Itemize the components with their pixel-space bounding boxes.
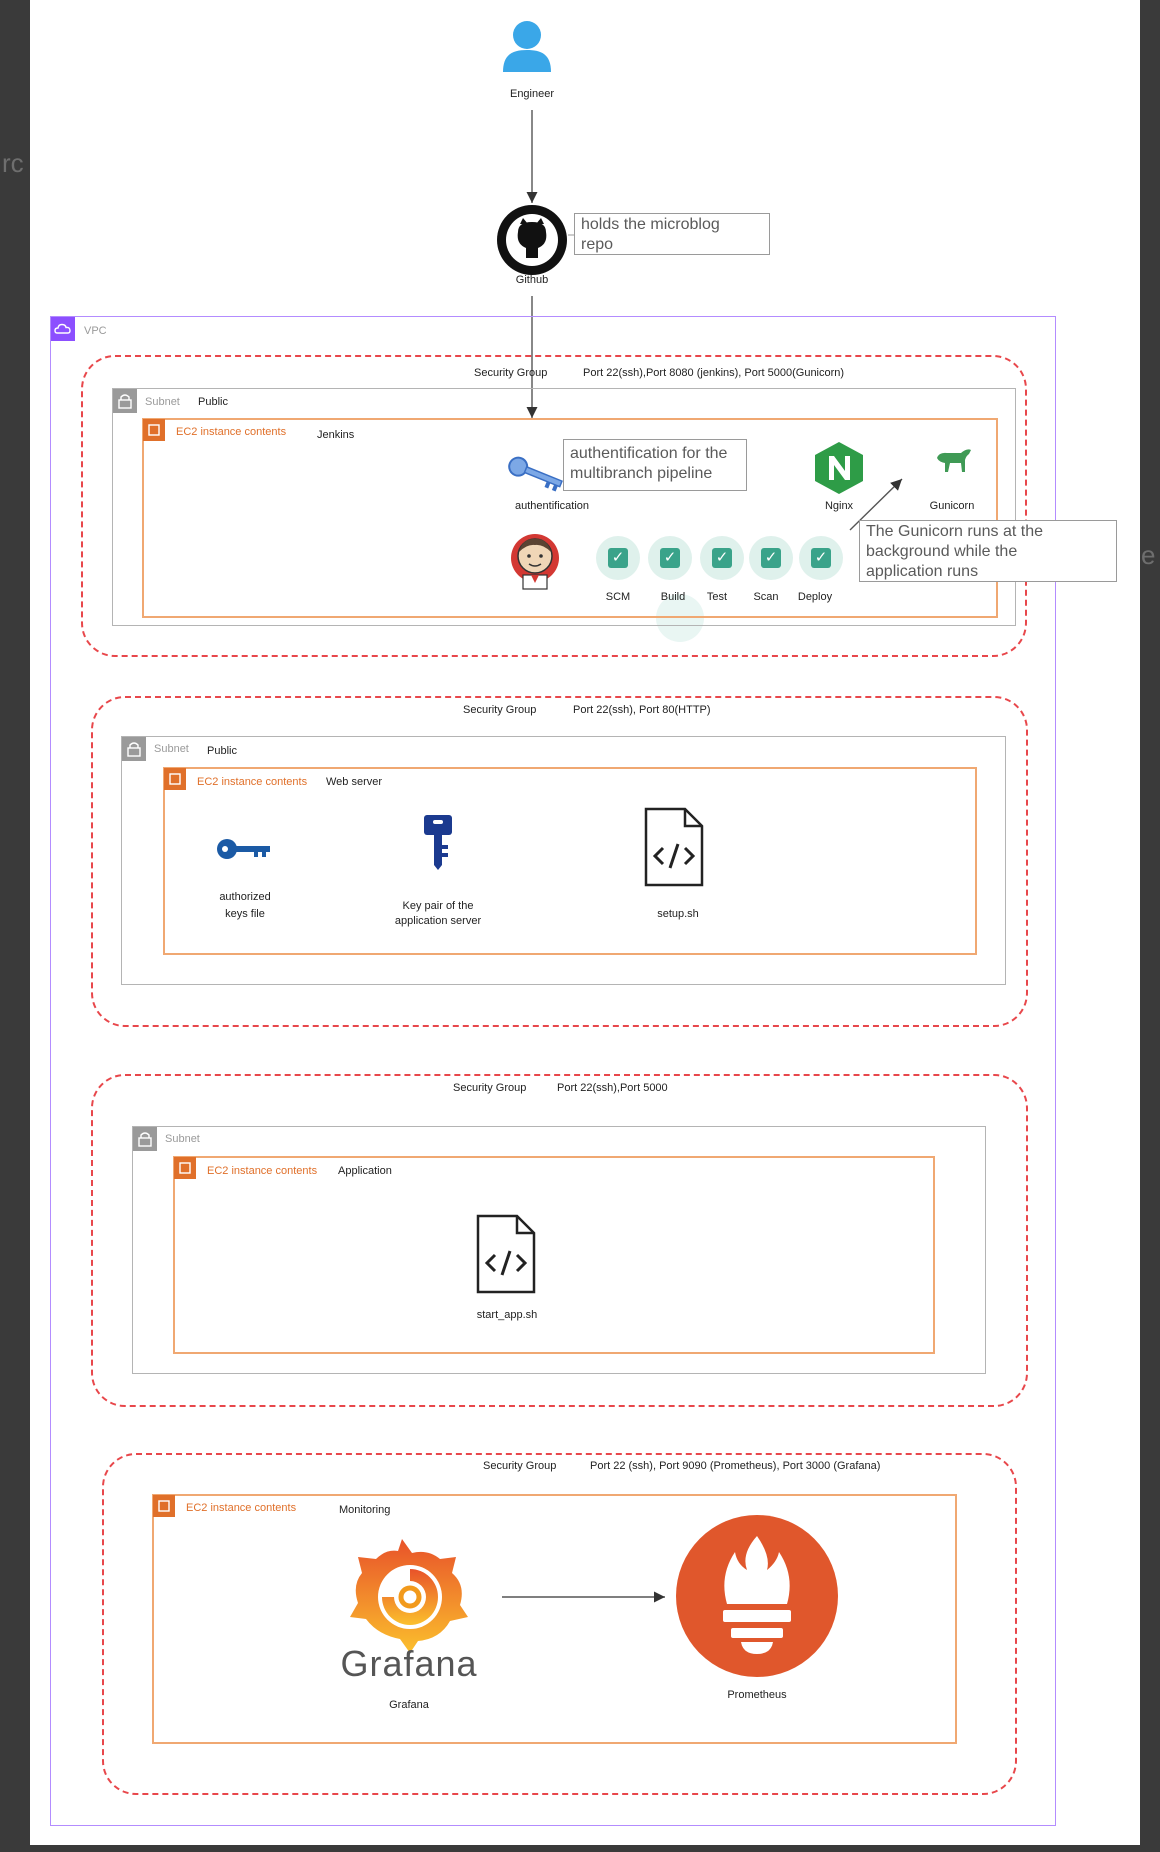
stage-build-label: Build (660, 591, 686, 603)
start-script-label: start_app.sh (476, 1309, 538, 1321)
auth-note-line-2: multibranch pipeline (570, 465, 713, 482)
check-icon: ✓ (811, 548, 831, 568)
gunicorn-note-line-3: application runs (866, 563, 979, 580)
engineer-user-icon (503, 21, 551, 72)
stage-build: ✓ (648, 536, 692, 580)
gunicorn-note: The Gunicorn runs at the background whil… (859, 520, 1117, 582)
sg-jenkins-ports: Port 22(ssh),Port 8080 (jenkins), Port 5… (583, 367, 845, 379)
sg-web-ports: Port 22(ssh), Port 80(HTTP) (573, 704, 711, 716)
gunicorn-label: Gunicorn (929, 500, 975, 512)
stage-test-label: Test (706, 591, 728, 603)
check-icon: ✓ (660, 548, 680, 568)
jenkins-icon (511, 534, 559, 590)
subnet-jenkins-type: Public (198, 396, 228, 408)
vpc-label: VPC (84, 325, 107, 337)
sg-jenkins-label: Security Group (474, 367, 548, 379)
key-pair-line-1: Key pair of the (402, 900, 474, 912)
sg-monitoring-label: Security Group (483, 1460, 557, 1472)
check-icon: ✓ (608, 548, 628, 568)
subnet-lock-icon (113, 389, 137, 413)
stage-deploy-label: Deploy (797, 591, 833, 603)
ec2-app (173, 1156, 935, 1354)
subnet-web-label: Subnet (154, 743, 189, 755)
ec2-monitoring-label: EC2 instance contents (186, 1502, 297, 1514)
sg-app-label: Security Group (453, 1082, 527, 1094)
ec2-chip-icon (164, 768, 186, 790)
key-icon (508, 456, 563, 492)
stage-scan-label: Scan (753, 591, 779, 603)
setup-script-label: setup.sh (657, 908, 699, 920)
github-icon[interactable] (496, 204, 568, 276)
github-note-line-2: repo (581, 236, 614, 253)
key-pair-icon (424, 815, 452, 870)
ec2-web-label: EC2 instance contents (197, 776, 308, 788)
gunicorn-note-line-1: The Gunicorn runs at the (866, 523, 1043, 540)
key-pair-line-2: application server (394, 915, 482, 927)
stage-scan: ✓ (749, 536, 793, 580)
gunicorn-note-line-2: background while the (866, 543, 1018, 560)
github-note: holds the microblog repo (574, 213, 770, 255)
start-script-file-icon (476, 1214, 536, 1294)
nginx-icon (815, 442, 863, 494)
engineer-label: Engineer (509, 88, 555, 100)
auth-label: authentification (515, 500, 589, 512)
vpc-cloud-icon (51, 317, 75, 341)
ec2-monitoring-name: Monitoring (339, 1504, 391, 1516)
ec2-chip-icon (153, 1495, 175, 1517)
prometheus-logo-icon (676, 1515, 838, 1677)
gunicorn-icon (937, 449, 971, 472)
stage-scm: ✓ (596, 536, 640, 580)
ec2-jenkins-name: Jenkins (317, 429, 355, 441)
stage-deploy: ✓ (799, 536, 843, 580)
check-icon: ✓ (761, 548, 781, 568)
auth-note-line-1: authentification for the (570, 445, 728, 462)
subnet-app-label: Subnet (165, 1133, 200, 1145)
sg-monitoring-ports: Port 22 (ssh), Port 9090 (Prometheus), P… (590, 1460, 881, 1472)
sg-web-label: Security Group (463, 704, 537, 716)
ec2-app-label: EC2 instance contents (207, 1165, 318, 1177)
grafana-logo-icon (350, 1539, 468, 1653)
subnet-web-type: Public (207, 745, 237, 757)
subnet-jenkins-label: Subnet (145, 396, 180, 408)
ec2-web (163, 767, 977, 955)
grafana-label: Grafana (389, 1699, 429, 1711)
sg-app-ports: Port 22(ssh),Port 5000 (557, 1082, 668, 1094)
github-note-line-1: holds the microblog (581, 216, 720, 233)
ec2-web-name: Web server (326, 776, 383, 788)
github-label: Github (515, 274, 549, 286)
subnet-lock-icon (133, 1127, 157, 1151)
ec2-jenkins-label: EC2 instance contents (176, 426, 287, 438)
ec2-chip-icon (174, 1157, 196, 1179)
ec2-chip-icon (143, 419, 165, 441)
stage-scm-label: SCM (605, 591, 631, 603)
grafana-logo-text: Grafana (340, 1643, 478, 1684)
authorized-keys-line-1: authorized (219, 891, 271, 903)
check-icon: ✓ (712, 548, 732, 568)
nginx-label: Nginx (824, 500, 854, 512)
setup-script-file-icon (644, 807, 704, 887)
ec2-app-name: Application (338, 1165, 392, 1177)
stage-test: ✓ (700, 536, 744, 580)
authorized-keys-icon (217, 839, 270, 859)
prometheus-label: Prometheus (727, 1689, 787, 1701)
subnet-lock-icon (122, 737, 146, 761)
auth-note: authentification for the multibranch pip… (563, 439, 747, 491)
authorized-keys-line-2: keys file (225, 908, 265, 920)
